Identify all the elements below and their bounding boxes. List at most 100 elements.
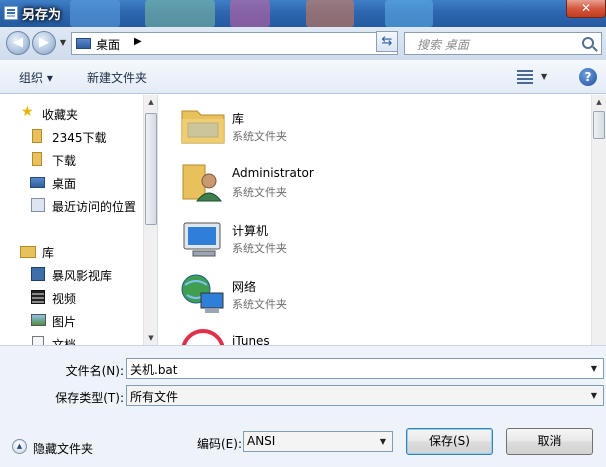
sidebar-item-label: 2345下载: [52, 131, 107, 145]
refresh-button[interactable]: ⇆: [376, 31, 398, 52]
help-button[interactable]: ?: [579, 68, 597, 86]
chevron-up-icon[interactable]: ▲: [12, 439, 27, 454]
filename-value[interactable]: 关机.bat: [130, 361, 178, 378]
sidebar-item-label: 暴风影视库: [52, 269, 113, 283]
list-item[interactable]: 库 系统文件夹: [159, 97, 589, 153]
search-icon[interactable]: [582, 37, 594, 49]
save-form: 文件名(N): 关机.bat ▼ 保存类型(T): 所有文件 ▼ ▲ 隐藏文件夹…: [0, 345, 606, 467]
address-bar[interactable]: 桌面 ▶ ▼: [71, 32, 398, 55]
list-item[interactable]: Administrator 系统文件夹: [159, 153, 589, 209]
recent-places-icon: [31, 198, 45, 212]
file-list-scrollbar[interactable]: ▲: [591, 95, 606, 345]
search-input[interactable]: 搜索 桌面: [404, 32, 602, 55]
view-options-icon[interactable]: [517, 70, 533, 84]
video-library-icon: [31, 267, 45, 281]
chevron-down-icon[interactable]: ▼: [541, 72, 547, 81]
filetype-value[interactable]: 所有文件: [130, 388, 178, 405]
organize-button[interactable]: 组织 ▾: [19, 69, 53, 86]
sidebar-item-downloads[interactable]: 下载: [0, 149, 142, 171]
sidebar-item-label: 视频: [52, 292, 77, 306]
sidebar-item-label: 文档: [52, 338, 77, 345]
file-name: 网络: [232, 280, 257, 294]
sidebar-item-desktop[interactable]: 桌面: [0, 172, 142, 194]
search-placeholder: 搜索 桌面: [417, 38, 469, 52]
sidebar-item-label: 桌面: [52, 177, 77, 191]
encoding-value[interactable]: ANSI: [247, 434, 275, 448]
star-icon: ★: [21, 104, 34, 120]
itunes-icon: [181, 329, 225, 345]
list-item[interactable]: 计算机 系统文件夹: [159, 209, 589, 265]
desktop-icon: [30, 177, 45, 188]
address-row: ◀ ▶ ▼ 桌面 ▶ ▼ ⇆ 搜索 桌面: [0, 27, 606, 60]
sidebar-item-baofeng-library[interactable]: 暴风影视库: [0, 264, 142, 286]
scrollbar-thumb[interactable]: [593, 111, 605, 139]
file-type: 系统文件夹: [232, 242, 287, 255]
scroll-up-arrow[interactable]: ▲: [144, 95, 157, 109]
scrollbar-thumb[interactable]: [145, 113, 157, 225]
sidebar-item-2345-downloads[interactable]: 2345下载: [0, 126, 142, 148]
breadcrumb-separator[interactable]: ▶: [134, 36, 142, 47]
computer-icon: [183, 222, 221, 257]
sidebar-item-documents[interactable]: 文档: [0, 333, 142, 345]
sidebar-item-label: 下载: [52, 154, 77, 168]
file-name: 计算机: [232, 224, 269, 238]
forward-button[interactable]: ▶: [32, 31, 56, 55]
refresh-icon: ⇆: [381, 34, 393, 49]
file-list: 库 系统文件夹 Administrator 系统文件夹 计算机 系统文件夹 网络…: [159, 95, 606, 345]
chevron-down-icon[interactable]: ▼: [376, 434, 390, 449]
chevron-down-icon[interactable]: ▼: [587, 361, 601, 376]
recent-locations-dropdown[interactable]: ▼: [58, 37, 68, 49]
glass-blur: [385, 0, 433, 27]
close-button[interactable]: ✕: [566, 0, 606, 18]
sidebar-item-videos[interactable]: 视频: [0, 287, 142, 309]
sidebar-item-label: 最近访问的位置: [52, 200, 137, 214]
dialog-icon: [4, 6, 18, 20]
scroll-down-arrow[interactable]: ▼: [144, 331, 157, 345]
sidebar-item-label: 图片: [52, 315, 77, 329]
desktop-icon: [76, 38, 91, 49]
back-button[interactable]: ◀: [6, 31, 30, 55]
sidebar-scrollbar[interactable]: ▲ ▼: [143, 95, 157, 345]
downloads-icon: [32, 152, 42, 166]
encoding-label: 编码(E):: [197, 437, 242, 451]
glass-blur: [70, 0, 120, 27]
sidebar-item-label: 收藏夹: [42, 108, 79, 122]
chevron-down-icon[interactable]: ▼: [587, 388, 601, 403]
filetype-label: 保存类型(T):: [55, 391, 124, 405]
sidebar-item-pictures[interactable]: 图片: [0, 310, 142, 332]
filename-label: 文件名(N):: [65, 364, 124, 378]
file-name: 库: [232, 112, 245, 126]
filetype-select[interactable]: 所有文件 ▼: [126, 385, 604, 406]
file-type: 系统文件夹: [232, 298, 287, 311]
save-button[interactable]: 保存(S): [406, 428, 493, 455]
list-item[interactable]: iTunes: [159, 321, 589, 345]
pictures-icon: [31, 314, 46, 326]
sidebar-item-favorites[interactable]: ★ 收藏夹: [0, 103, 142, 125]
folder-icon: [32, 129, 42, 143]
scroll-up-arrow[interactable]: ▲: [592, 95, 606, 109]
encoding-select[interactable]: ANSI ▼: [243, 431, 393, 452]
new-folder-button[interactable]: 新建文件夹: [87, 69, 147, 86]
address-location[interactable]: 桌面: [96, 36, 120, 53]
library-icon: [20, 246, 36, 258]
sidebar-item-label: 库: [42, 246, 55, 260]
glass-blur: [230, 0, 270, 27]
file-name: iTunes: [232, 334, 270, 345]
cancel-button[interactable]: 取消: [506, 428, 593, 455]
sidebar-item-libraries[interactable]: 库: [0, 241, 142, 263]
library-folder-icon: [181, 110, 225, 144]
file-name: Administrator: [232, 166, 314, 180]
video-icon: [31, 290, 45, 304]
list-item[interactable]: 网络 系统文件夹: [159, 265, 589, 321]
glass-blur: [306, 0, 354, 27]
file-type: 系统文件夹: [232, 186, 287, 199]
sidebar-item-recent-places[interactable]: 最近访问的位置: [0, 195, 142, 217]
filename-field[interactable]: 关机.bat ▼: [126, 358, 604, 379]
window-title: 另存为: [22, 8, 62, 23]
title-bar: 另存为 ✕: [0, 0, 606, 27]
hide-folders-button[interactable]: 隐藏文件夹: [33, 440, 93, 457]
file-type: 系统文件夹: [232, 130, 287, 143]
network-icon: [181, 274, 224, 313]
glass-blur: [145, 0, 215, 27]
navigation-pane: ★ 收藏夹 2345下载 下载 桌面 最近访问的位置 库 暴风影视库 视频 图片…: [0, 95, 158, 345]
